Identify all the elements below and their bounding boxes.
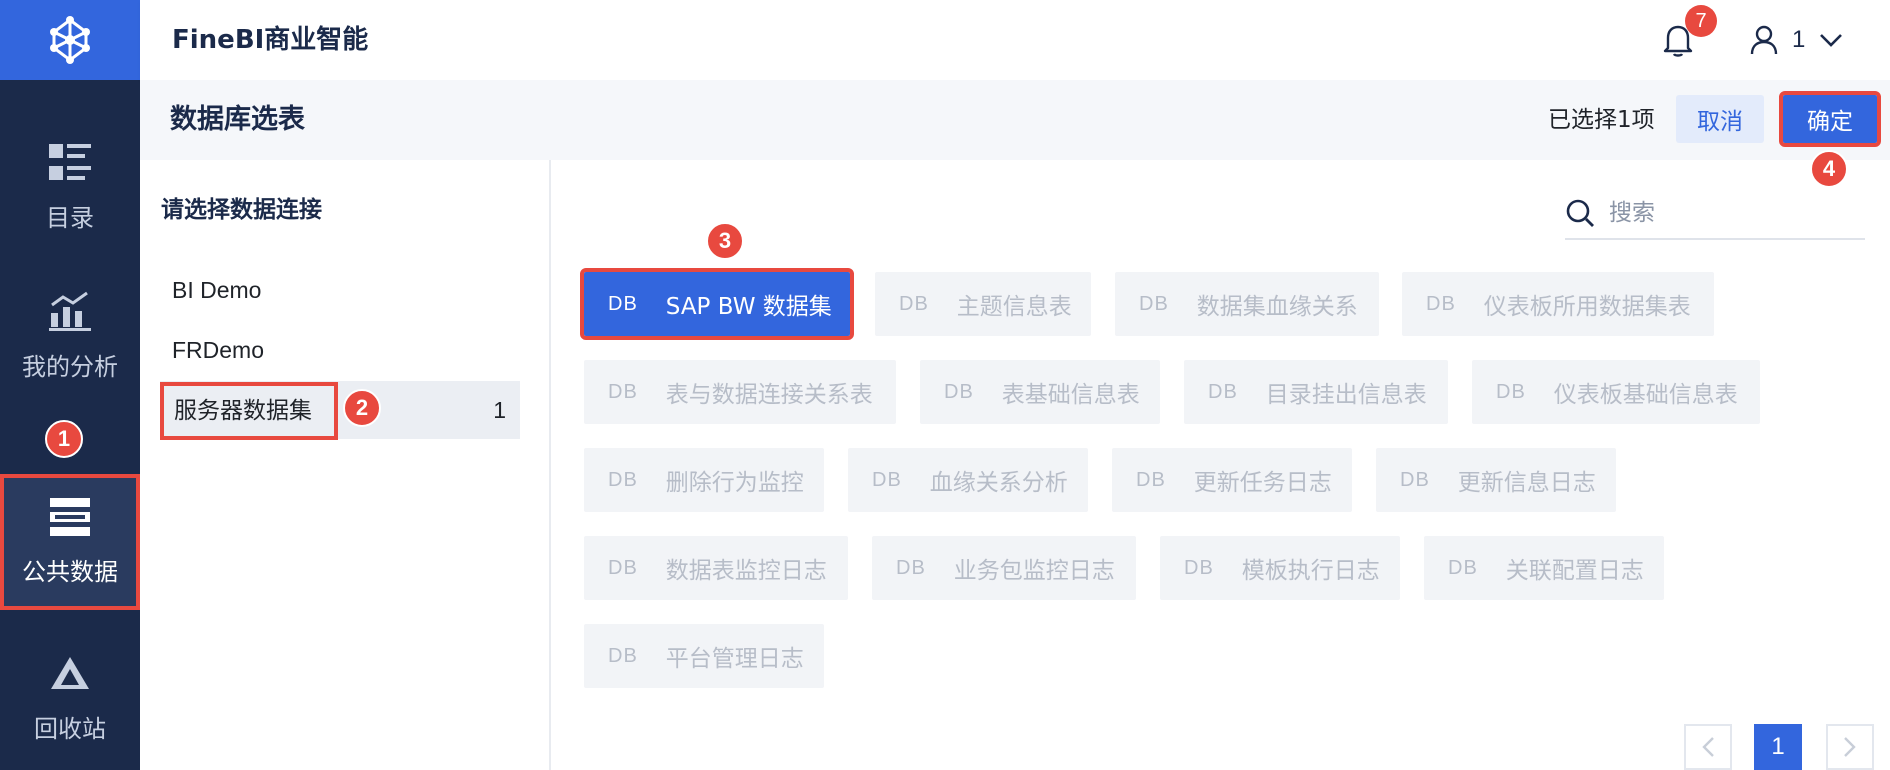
table-chip[interactable]: DB 数据表监控日志 xyxy=(584,536,848,600)
confirm-button[interactable]: 确定 xyxy=(1779,91,1881,147)
table-chip-selected[interactable]: DB SAP BW 数据集 xyxy=(580,268,854,340)
table-name: 主题信息表 xyxy=(956,294,1072,320)
table-chip[interactable]: DB 平台管理日志 xyxy=(584,624,824,688)
connection-name: FRDemo xyxy=(172,337,265,363)
top-bar: FineBI商业智能 7 1 xyxy=(140,0,1890,80)
nav-item-catalog[interactable]: 目录 xyxy=(0,120,140,256)
table-chip[interactable]: DB 表与数据连接关系表 xyxy=(584,360,896,424)
cancel-button[interactable]: 取消 xyxy=(1676,95,1764,143)
table-chip[interactable]: DB 血缘关系分析 xyxy=(848,448,1088,512)
public-data-icon xyxy=(50,497,90,536)
db-tag: DB xyxy=(1448,556,1478,579)
analysis-chart-icon xyxy=(49,291,91,331)
page-number-current[interactable]: 1 xyxy=(1754,724,1802,770)
catalog-icon xyxy=(49,143,91,180)
table-name: 表基础信息表 xyxy=(1001,382,1140,408)
table-name: 关联配置日志 xyxy=(1505,558,1644,584)
table-chip[interactable]: DB 主题信息表 xyxy=(875,272,1091,336)
nav-item-recycle-bin[interactable]: 回收站 xyxy=(0,628,140,770)
page-header: 数据库选表 已选择1项 取消 确定 xyxy=(140,80,1890,160)
chevron-down-icon xyxy=(1820,34,1843,47)
db-tag: DB xyxy=(1208,380,1238,403)
table-name: 仪表板基础信息表 xyxy=(1553,382,1738,408)
db-tag: DB xyxy=(1496,380,1526,403)
db-tag: DB xyxy=(1184,556,1214,579)
side-navigation: 目录 我的分析 公共数据 回收站 1 xyxy=(0,0,140,770)
search-icon xyxy=(1566,199,1594,227)
connection-heading: 请选择数据连接 xyxy=(161,197,322,223)
nav-item-my-analysis[interactable]: 我的分析 xyxy=(0,268,140,404)
nav-item-label: 公共数据 xyxy=(22,557,118,586)
app-title: FineBI商业智能 xyxy=(172,25,369,55)
db-tag: DB xyxy=(1426,292,1456,315)
table-chip[interactable]: DB 关联配置日志 xyxy=(1424,536,1664,600)
db-tag: DB xyxy=(872,468,902,491)
table-name: 数据表监控日志 xyxy=(665,558,827,584)
connection-item-selected[interactable]: 服务器数据集 1 xyxy=(160,381,520,440)
db-tag: DB xyxy=(608,556,638,579)
table-name: 更新任务日志 xyxy=(1193,470,1332,496)
table-name: 数据集血缘关系 xyxy=(1196,294,1358,320)
table-name: 模板执行日志 xyxy=(1241,558,1380,584)
page-title: 数据库选表 xyxy=(170,104,305,135)
db-tag: DB xyxy=(608,644,638,667)
annotation-marker: 4 xyxy=(1810,150,1848,188)
nav-item-label: 目录 xyxy=(46,203,94,232)
db-tag: DB xyxy=(896,556,926,579)
db-tag: DB xyxy=(899,292,929,315)
table-name: 更新信息日志 xyxy=(1457,470,1596,496)
table-chip[interactable]: DB 数据集血缘关系 xyxy=(1115,272,1379,336)
annotation-marker: 1 xyxy=(45,420,83,458)
table-chip[interactable]: DB 仪表板基础信息表 xyxy=(1472,360,1760,424)
table-chip[interactable]: DB 删除行为监控 xyxy=(584,448,824,512)
logo-icon xyxy=(50,16,90,64)
prev-page-button[interactable] xyxy=(1684,724,1732,770)
next-page-button[interactable] xyxy=(1826,724,1874,770)
nav-item-label: 我的分析 xyxy=(22,352,118,381)
connection-item[interactable]: FRDemo xyxy=(160,321,520,379)
user-menu[interactable]: 1 xyxy=(1750,22,1843,58)
search-box[interactable] xyxy=(1565,188,1865,240)
annotation-marker: 3 xyxy=(706,222,744,260)
table-chip[interactable]: DB 业务包监控日志 xyxy=(872,536,1136,600)
db-tag: DB xyxy=(1139,292,1169,315)
table-name: 删除行为监控 xyxy=(665,470,804,496)
table-chip[interactable]: DB 目录挂出信息表 xyxy=(1184,360,1448,424)
table-name: 仪表板所用数据集表 xyxy=(1483,294,1691,320)
table-chip[interactable]: DB 仪表板所用数据集表 xyxy=(1402,272,1714,336)
db-tag: DB xyxy=(1400,468,1430,491)
user-name: 1 xyxy=(1792,26,1806,53)
db-tag: DB xyxy=(1136,468,1166,491)
chevron-right-icon xyxy=(1844,737,1856,757)
selected-table-count: 1 xyxy=(493,397,506,423)
connection-item[interactable]: BI Demo xyxy=(160,261,520,319)
db-tag: DB xyxy=(608,468,638,491)
table-name: 目录挂出信息表 xyxy=(1265,382,1427,408)
db-tag: DB xyxy=(944,380,974,403)
nav-item-label: 回收站 xyxy=(34,714,106,743)
chevron-left-icon xyxy=(1702,737,1714,757)
search-input[interactable] xyxy=(1609,200,1829,226)
selected-count-text: 已选择1项 xyxy=(1548,107,1655,133)
table-chip[interactable]: DB 模板执行日志 xyxy=(1160,536,1400,600)
table-chip[interactable]: DB 更新信息日志 xyxy=(1376,448,1616,512)
nav-item-public-data[interactable]: 公共数据 xyxy=(0,474,140,610)
db-tag: DB xyxy=(608,292,638,315)
table-name: 业务包监控日志 xyxy=(953,558,1115,584)
table-chip[interactable]: DB 表基础信息表 xyxy=(920,360,1160,424)
db-tag: DB xyxy=(608,380,638,403)
table-name: 平台管理日志 xyxy=(665,646,804,672)
annotation-marker: 2 xyxy=(343,389,381,427)
user-icon xyxy=(1750,25,1778,55)
table-name: 血缘关系分析 xyxy=(929,470,1068,496)
connection-name: 服务器数据集 xyxy=(160,382,338,440)
notification-count-badge: 7 xyxy=(1685,5,1717,37)
table-name: 表与数据连接关系表 xyxy=(665,382,873,408)
table-name: SAP BW 数据集 xyxy=(665,294,832,320)
finebi-logo[interactable] xyxy=(0,0,140,80)
table-chip[interactable]: DB 更新任务日志 xyxy=(1112,448,1352,512)
connection-name: BI Demo xyxy=(172,277,262,303)
recycle-bin-icon xyxy=(51,656,89,689)
connection-panel: 请选择数据连接 BI Demo FRDemo 服务器数据集 1 2 xyxy=(140,160,551,770)
